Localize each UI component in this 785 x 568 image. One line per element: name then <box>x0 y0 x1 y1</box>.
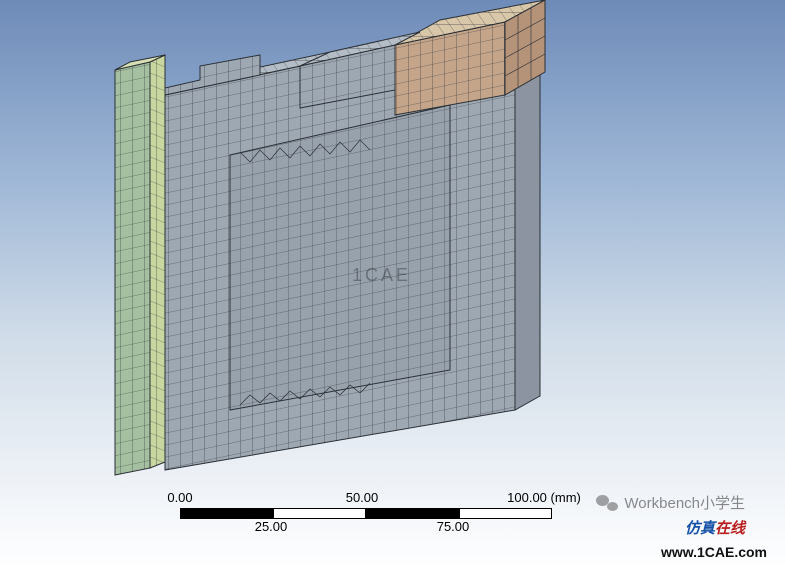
inner-pad <box>230 105 450 410</box>
graphics-viewport[interactable]: 1CAE 0.00 50.00 100.00 (mm) 25.00 75.00 … <box>0 0 785 568</box>
wechat-icon <box>596 494 618 512</box>
brand-watermark: 仿真在线 <box>685 517 745 538</box>
main-plate-front <box>165 20 515 470</box>
main-plate-top <box>165 7 540 95</box>
left-slab-front <box>115 62 150 475</box>
scale-tick-75: 75.00 <box>437 519 470 534</box>
left-slab-side <box>150 55 165 468</box>
url-watermark: www.1CAE.com <box>661 544 767 560</box>
wechat-label: Workbench小学生 <box>624 492 745 513</box>
scale-bar: 0.00 50.00 100.00 (mm) 25.00 75.00 <box>180 490 580 537</box>
top-block-side <box>505 0 545 95</box>
mesh-triangles-bottom <box>240 383 370 405</box>
top-block-front <box>395 22 505 115</box>
step-feature <box>165 55 260 95</box>
top-connector <box>300 45 395 108</box>
scale-bar-segments <box>180 508 580 519</box>
mesh-model <box>0 0 785 480</box>
main-plate-side <box>515 7 540 410</box>
scale-tick-25: 25.00 <box>255 519 288 534</box>
mesh-triangles-top <box>240 140 370 162</box>
center-watermark: 1CAE <box>352 265 411 286</box>
scale-tick-50: 50.00 <box>346 490 379 505</box>
scale-tick-0: 0.00 <box>167 490 192 505</box>
scale-tick-100: 100.00 (mm) <box>507 490 581 505</box>
left-slab-top <box>115 55 165 70</box>
top-block-top <box>395 0 545 45</box>
top-connector-top <box>300 32 420 66</box>
wechat-watermark: Workbench小学生 <box>596 492 745 513</box>
top-block-side-grid <box>505 8 545 88</box>
